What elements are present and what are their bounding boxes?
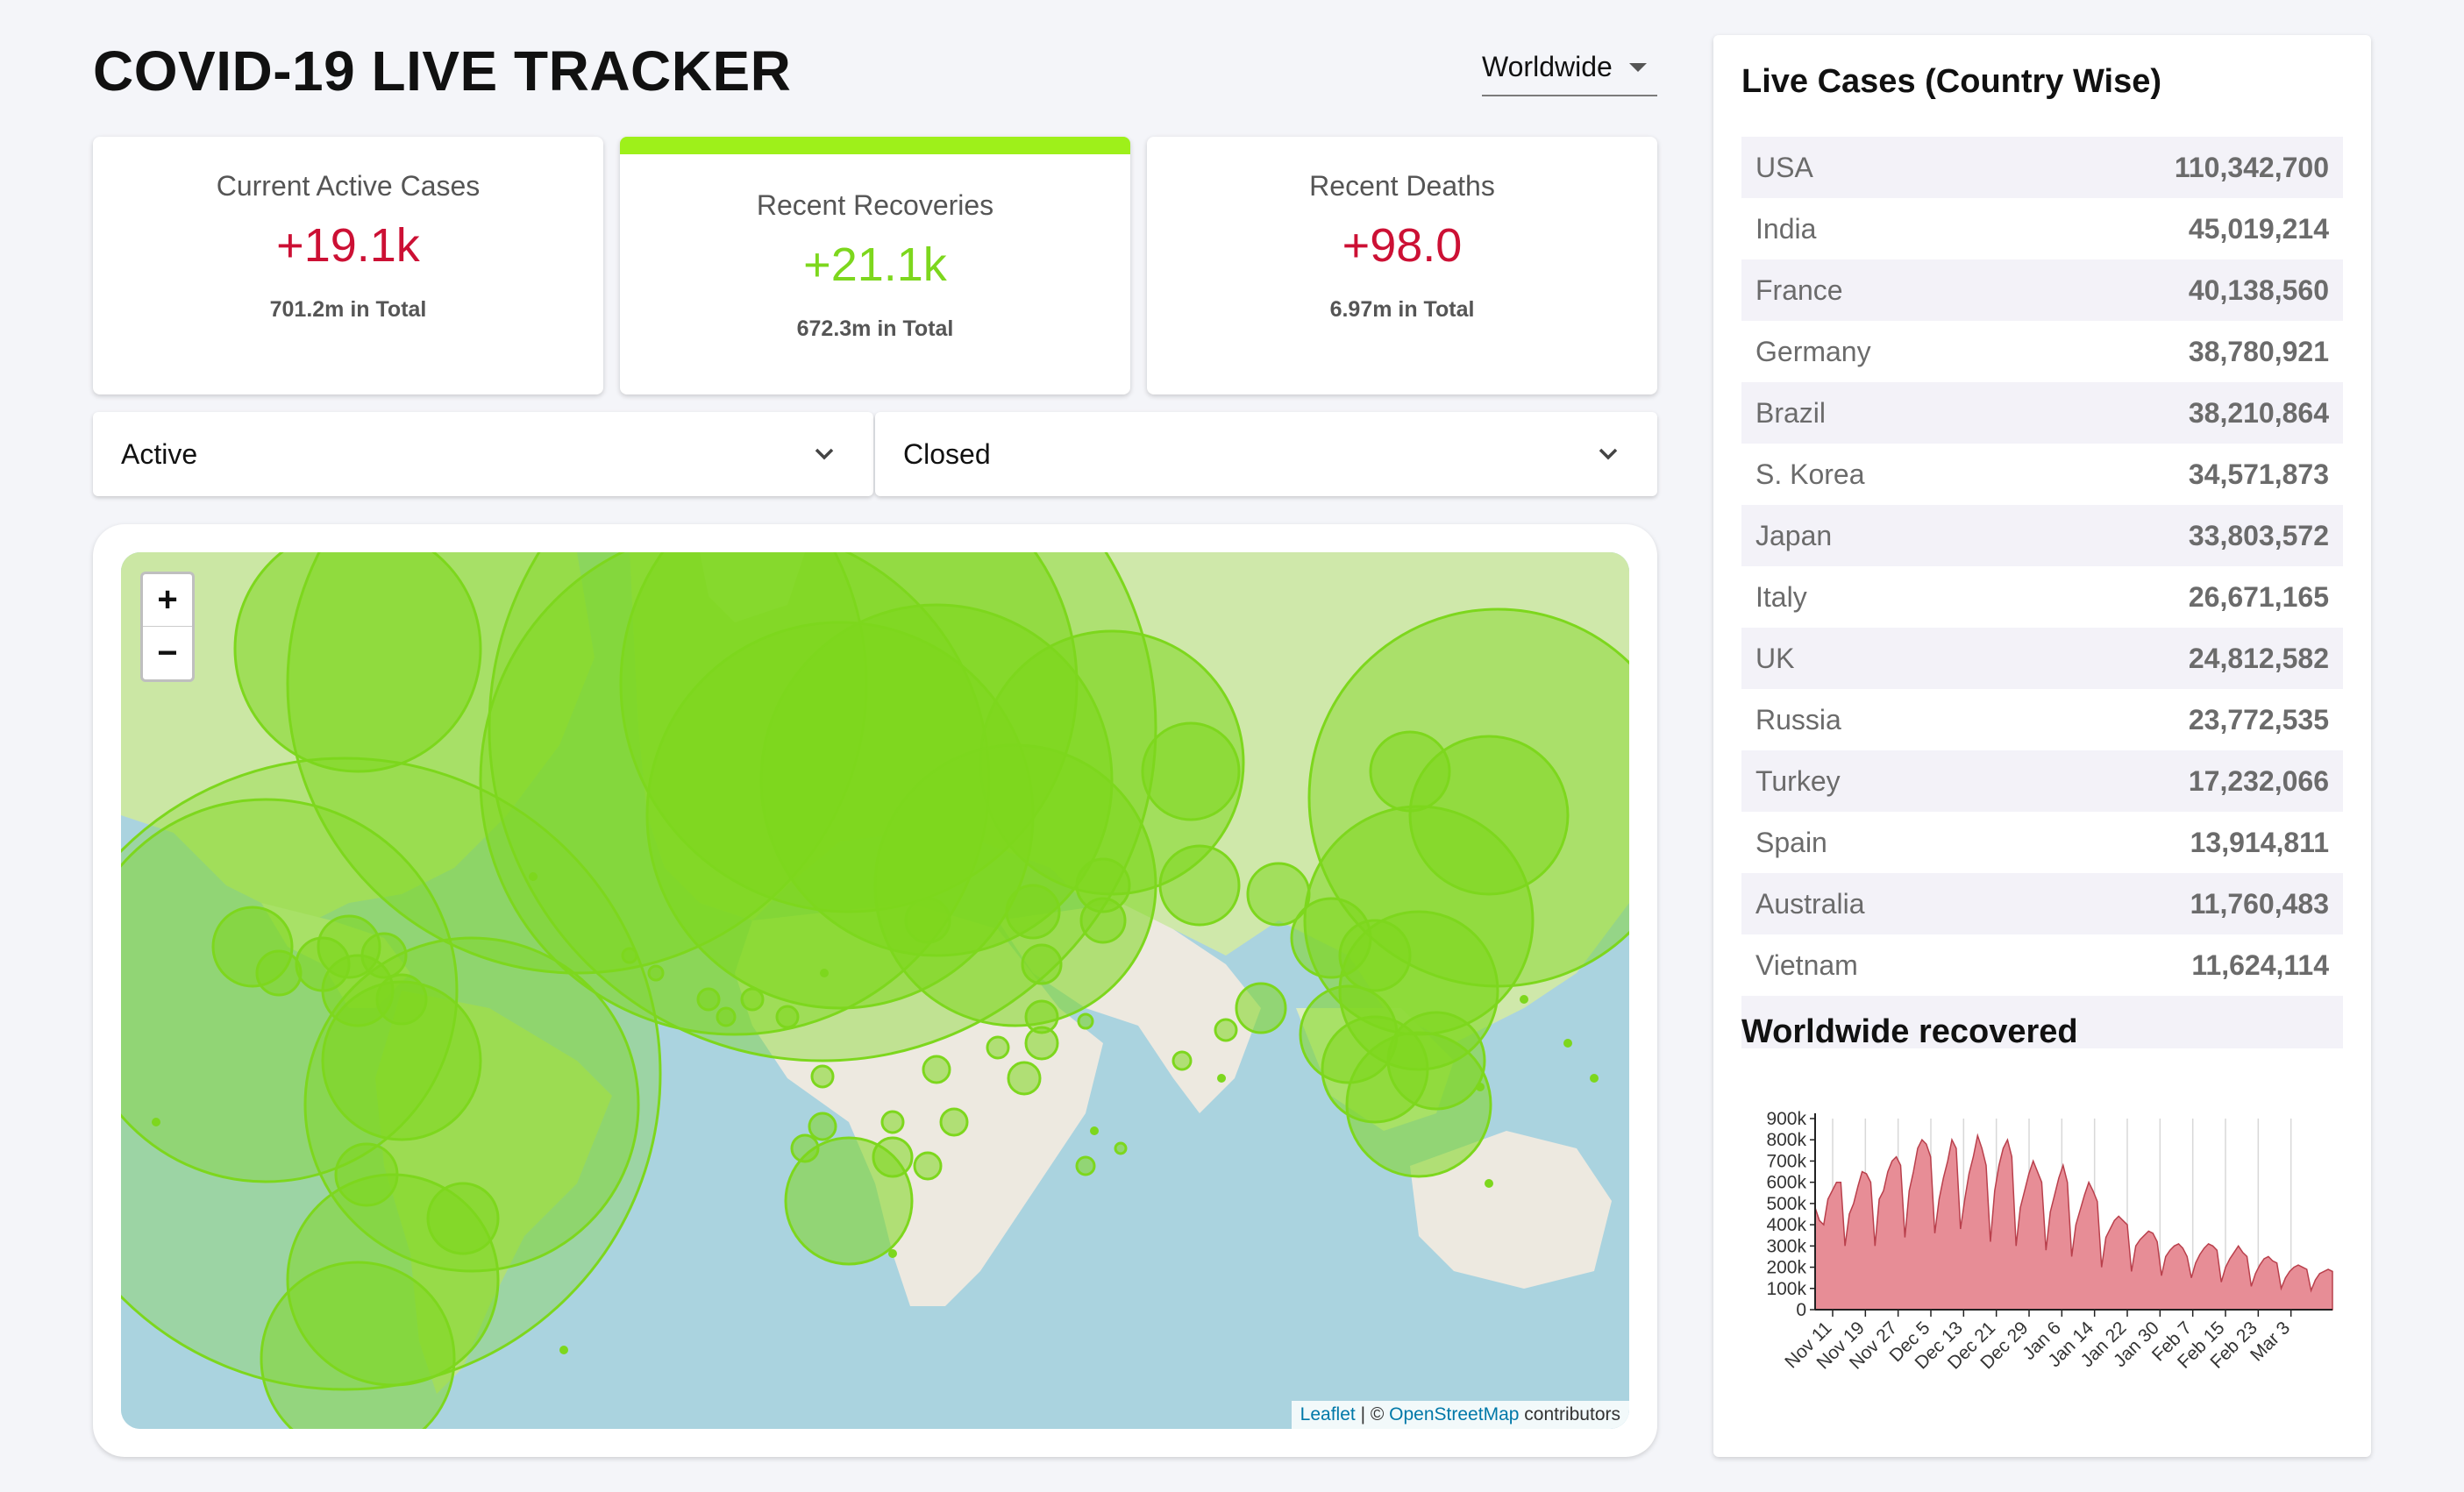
world-map[interactable]: + − Leaflet | © OpenStreetMap contributo… [121,552,1629,1429]
case-count: 40,138,560 [2188,274,2329,306]
country-select-value: Worldwide [1482,51,1613,82]
country-table[interactable]: USA 110,342,700 India 45,019,214 France 40,… [1741,137,2343,1048]
case-count: 23,772,535 [2188,703,2329,735]
table-row: USA 110,342,700 [1741,137,2343,198]
country-name: Turkey [1755,764,1841,797]
attribution-text: contributors [1519,1404,1620,1425]
country-name: Vietnam [1755,948,1858,981]
case-count: 38,210,864 [2188,396,2329,429]
country-name: Germany [1755,335,1871,367]
closed-filter-dropdown[interactable]: Closed [875,412,1657,496]
table-row: Spain 13,914,811 [1741,812,2343,873]
y-tick-label: 200k [1766,1258,1806,1278]
country-name: India [1755,212,1817,245]
case-count: 45,019,214 [2188,212,2329,245]
country-name: Brazil [1755,396,1827,429]
map-tiles [121,552,1629,1429]
card-label: Current Active Cases [216,170,481,202]
card-total: 701.2m in Total [269,297,427,322]
case-count: 110,342,700 [2174,151,2329,183]
case-count: 13,914,811 [2190,826,2329,858]
card-label: Recent Deaths [1309,170,1495,202]
y-tick-label: 800k [1766,1130,1806,1150]
country-name: France [1755,274,1843,306]
live-cases-title: Live Cases (Country Wise) [1741,63,2162,100]
y-tick-label: 700k [1766,1151,1806,1171]
country-name: Italy [1755,580,1807,613]
country-name: Japan [1755,519,1833,551]
country-name: Russia [1755,703,1841,735]
active-filter-dropdown[interactable]: Active [93,412,873,496]
table-row: Vietnam 11,624,114 [1741,934,2343,996]
case-count: 26,671,165 [2188,580,2329,613]
card-label: Recent Recoveries [756,189,994,221]
map-card: + − Leaflet | © OpenStreetMap contributo… [93,524,1657,1457]
y-tick-label: 300k [1766,1236,1806,1256]
graph-title: Worldwide recovered [1741,1013,2078,1050]
card-total: 672.3m in Total [796,316,954,341]
right-panel: Live Cases (Country Wise) USA 110,342,700… [1713,35,2371,1457]
osm-link[interactable]: OpenStreetMap [1389,1404,1519,1425]
table-row: India 45,019,214 [1741,198,2343,259]
country-name: USA [1755,151,1813,183]
y-tick-label: 900k [1766,1109,1806,1129]
y-tick-label: 400k [1766,1215,1806,1235]
country-name: Spain [1755,826,1827,858]
y-tick-label: 500k [1766,1194,1806,1214]
chevron-down-icon [1599,448,1618,460]
y-tick-label: 0 [1796,1300,1806,1320]
card-total: 6.97m in Total [1329,297,1475,322]
dropdown-value: Active [121,437,198,470]
caret-down-icon [1629,63,1647,72]
table-row: Japan 33,803,572 [1741,505,2343,566]
table-row: Italy 26,671,165 [1741,566,2343,628]
country-name: S. Korea [1755,458,1865,490]
y-tick-label: 100k [1766,1279,1806,1299]
case-count: 11,624,114 [2191,948,2329,981]
table-row: Germany 38,780,921 [1741,321,2343,382]
table-row: S. Korea 34,571,873 [1741,444,2343,505]
map-attribution: Leaflet | © OpenStreetMap contributors [1291,1401,1629,1429]
country-select[interactable]: Worldwide [1482,51,1657,96]
zoom-in-button[interactable]: + [143,574,192,627]
dropdown-value: Closed [903,437,991,470]
table-row: France 40,138,560 [1741,259,2343,321]
recoveries-card[interactable]: Recent Recoveries +21.1k 672.3m in Total [620,137,1130,394]
chevron-down-icon [815,448,834,460]
case-count: 11,760,483 [2190,887,2329,920]
y-tick-label: 600k [1766,1173,1806,1193]
deaths-card[interactable]: Recent Deaths +98.0 6.97m in Total [1147,137,1657,394]
zoom-control: + − [140,572,195,682]
recovered-area-series [1814,1133,2333,1311]
table-row: UK 24,812,582 [1741,628,2343,689]
table-row: Russia 23,772,535 [1741,689,2343,750]
case-count: 24,812,582 [2188,642,2329,674]
table-row: Turkey 17,232,066 [1741,750,2343,812]
leaflet-link[interactable]: Leaflet [1300,1404,1356,1425]
case-count: 34,571,873 [2188,458,2329,490]
zoom-out-button[interactable]: − [143,627,192,679]
country-name: Australia [1755,887,1865,920]
card-value: +98.0 [1342,219,1463,272]
card-value: +19.1k [276,219,420,272]
table-row: Brazil 38,210,864 [1741,382,2343,444]
page-title: COVID-19 LIVE TRACKER [93,39,792,103]
case-count: 33,803,572 [2188,519,2329,551]
card-value: +21.1k [803,238,947,291]
table-row: Australia 11,760,483 [1741,873,2343,934]
recovered-line-graph: 0100k200k300k400k500k600k700k800k900kNov… [1766,1109,2333,1374]
active-cases-card[interactable]: Current Active Cases +19.1k 701.2m in To… [93,137,603,394]
attribution-separator: | © [1355,1404,1390,1425]
country-name: UK [1755,642,1795,674]
case-count: 38,780,921 [2188,335,2329,367]
case-count: 17,232,066 [2188,764,2329,797]
